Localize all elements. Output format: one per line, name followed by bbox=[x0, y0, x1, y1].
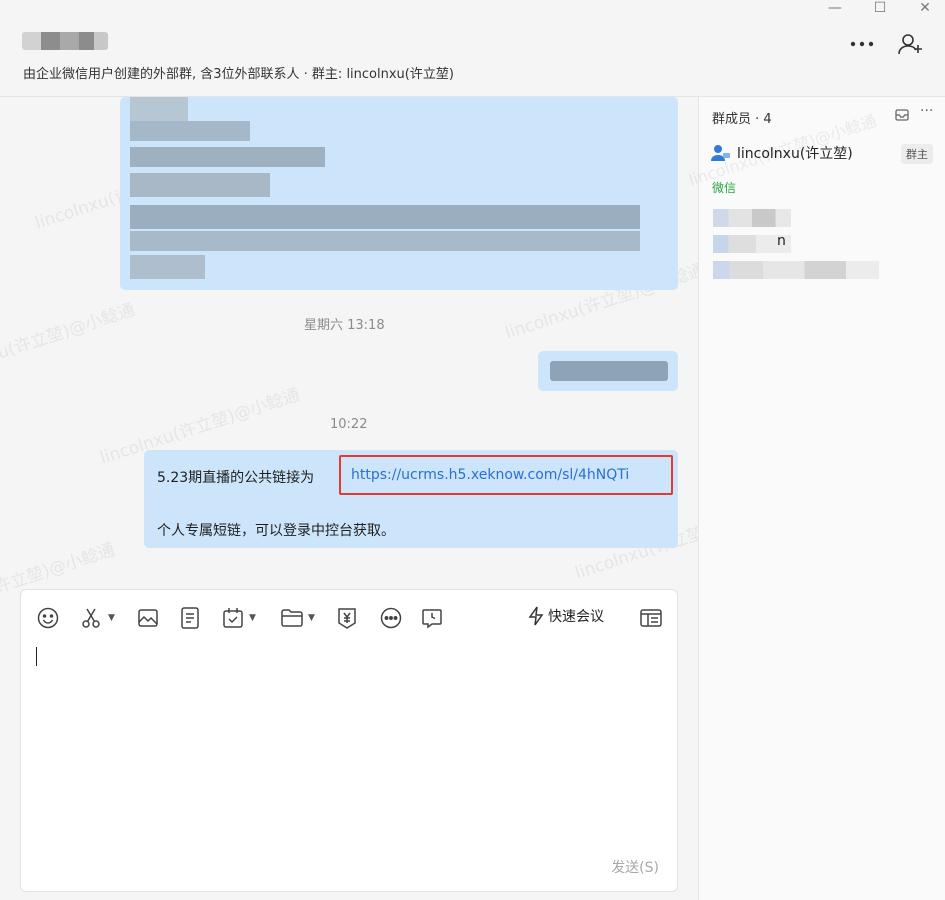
member-name: lincolnxu(许立堃) bbox=[737, 146, 853, 162]
message-list[interactable]: lincolnxu(许立堃)@小鲶通 lincolnxu(许立堃)@小鲶通 li… bbox=[0, 97, 777, 900]
text-cursor bbox=[36, 647, 37, 666]
member-item-pixelated[interactable] bbox=[713, 261, 879, 279]
minimize-button[interactable]: — bbox=[821, 0, 849, 18]
pixelated-text bbox=[130, 205, 640, 229]
message-bubble-pixelated[interactable] bbox=[120, 97, 678, 290]
group-title-pixelated bbox=[22, 32, 108, 50]
document-icon[interactable] bbox=[179, 606, 201, 630]
more-icon[interactable] bbox=[847, 30, 877, 58]
message-bubble-pixelated[interactable] bbox=[538, 351, 678, 391]
member-panel: lincolnxu(许立堃)@小鲶通 群成员 · 4 ··· lincolnxu… bbox=[686, 97, 945, 900]
chevron-down-icon[interactable]: ▼ bbox=[108, 613, 115, 623]
calendar-check-icon[interactable]: ▼ bbox=[221, 606, 256, 630]
chat-history-icon[interactable] bbox=[420, 606, 444, 630]
lightning-icon bbox=[528, 606, 544, 626]
pixelated-text bbox=[130, 121, 250, 141]
group-subtitle: 由企业微信用户创建的外部群, 含3位外部联系人 · 群主: lincolnxu(… bbox=[23, 67, 454, 82]
pixelated-text bbox=[130, 173, 270, 197]
watermark: lincolnxu(许立堃)@小鲶通 bbox=[0, 300, 138, 384]
message-composer[interactable]: ▼ ▼ ▼ 快速会议 发送(S) bbox=[20, 589, 678, 892]
quick-meeting-button[interactable]: 快速会议 bbox=[527, 606, 604, 626]
message-text: 5.23期直播的公共链接为 bbox=[157, 470, 315, 486]
message-link[interactable]: https://ucrms.h5.xeknow.com/sl/4hNQTi bbox=[351, 467, 629, 483]
quick-meeting-label: 快速会议 bbox=[548, 609, 604, 625]
chat-header: — ☐ ✕ 由企业微信用户创建的外部群, 含3位外部联系人 · 群主: linc… bbox=[0, 0, 945, 97]
pixelated-text bbox=[130, 97, 188, 121]
add-member-icon[interactable] bbox=[896, 30, 926, 58]
chevron-down-icon[interactable]: ▼ bbox=[308, 613, 315, 623]
emoji-icon[interactable] bbox=[36, 606, 60, 630]
more-icon[interactable]: ··· bbox=[920, 103, 933, 119]
send-button[interactable]: 发送(S) bbox=[611, 857, 659, 877]
more-circle-icon[interactable] bbox=[379, 606, 403, 630]
member-count-title: 群成员 · 4 bbox=[712, 112, 772, 127]
owner-badge: 群主 bbox=[901, 144, 933, 164]
message-bubble-link[interactable]: 5.23期直播的公共链接为 https://ucrms.h5.xeknow.co… bbox=[144, 450, 678, 548]
member-owner[interactable]: lincolnxu(许立堃) bbox=[711, 143, 853, 163]
pixelated-text bbox=[130, 147, 325, 167]
layout-panel-icon[interactable] bbox=[639, 606, 663, 630]
inbox-icon[interactable] bbox=[895, 107, 909, 126]
timestamp: 星期六 13:18 bbox=[304, 318, 385, 333]
pixelated-text bbox=[130, 255, 205, 279]
pixelated-text bbox=[130, 231, 640, 251]
pixelated-text bbox=[550, 361, 668, 381]
red-packet-icon[interactable] bbox=[335, 606, 359, 630]
wechat-section-label: 微信 bbox=[712, 181, 737, 195]
scissors-icon[interactable]: ▼ bbox=[80, 606, 115, 630]
maximize-button[interactable]: ☐ bbox=[866, 0, 894, 18]
close-button[interactable]: ✕ bbox=[911, 0, 939, 18]
folder-icon[interactable]: ▼ bbox=[280, 606, 315, 630]
member-item-pixelated[interactable]: n bbox=[713, 233, 791, 253]
timestamp: 10:22 bbox=[330, 417, 368, 432]
member-name-fragment: n bbox=[777, 233, 786, 249]
message-text: 个人专属短链，可以登录中控台获取。 bbox=[157, 523, 395, 539]
image-icon[interactable] bbox=[136, 606, 160, 630]
chevron-down-icon[interactable]: ▼ bbox=[249, 613, 256, 623]
avatar bbox=[711, 145, 730, 161]
member-item-pixelated[interactable] bbox=[713, 209, 791, 227]
